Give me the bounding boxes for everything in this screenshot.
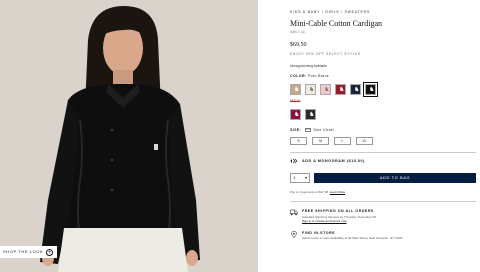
size-options: S M L XL bbox=[290, 137, 476, 145]
product-photo[interactable]: SHOP THE LOOK + bbox=[0, 0, 258, 272]
add-to-bag-row: 1 ▾ ADD TO BAG bbox=[290, 172, 476, 183]
polo-pony-icon: ♞ bbox=[339, 87, 345, 93]
breadcrumb[interactable]: KIDS & BABY / GIRLS / SWEATERS bbox=[290, 10, 476, 14]
polo-pony-icon: ♞ bbox=[354, 87, 360, 93]
shipping-heading: FREE SHIPPING ON ALL ORDERS bbox=[302, 209, 374, 213]
color-swatch[interactable]: ♞ bbox=[335, 84, 346, 95]
shipping-info: FREE SHIPPING ON ALL ORDERS Standard Shi… bbox=[290, 209, 476, 223]
polo-pony-icon: ♞ bbox=[294, 112, 300, 118]
monogramming-available-text: Monogramming Available bbox=[290, 64, 327, 68]
product-subtitle: Girls 7-16 bbox=[290, 30, 305, 34]
color-swatch[interactable]: ♞ bbox=[320, 84, 331, 95]
shop-the-look-label: SHOP THE LOOK bbox=[3, 249, 44, 254]
polo-pony-icon: ♞ bbox=[309, 87, 315, 93]
product-details: KIDS & BABY / GIRLS / SWEATERS Mini-Cabl… bbox=[290, 10, 476, 241]
color-value: Polo Black bbox=[307, 74, 329, 78]
color-swatch[interactable]: ♞ bbox=[305, 109, 316, 120]
plus-icon: + bbox=[46, 248, 54, 256]
polo-pony-icon: ♞ bbox=[309, 112, 315, 118]
sign-in-link[interactable]: Sign in or Create an Account now bbox=[302, 219, 347, 223]
color-swatch[interactable]: ♞ bbox=[363, 82, 378, 97]
pay-installments-note: Pay in 4 payments of $17.38. Learn More bbox=[290, 190, 476, 194]
product-title: Mini-Cable Cotton Cardigan bbox=[290, 19, 382, 28]
quantity-select[interactable]: 1 ▾ bbox=[290, 172, 310, 183]
polo-pony-icon: ♞ bbox=[294, 87, 300, 93]
store-availability-text: Select a size to view availability at 82… bbox=[302, 236, 403, 241]
shipping-detail: Standard Shipping: Receive by Thursday, … bbox=[302, 215, 376, 223]
ruler-icon bbox=[305, 128, 312, 132]
color-swatch[interactable]: ♞ bbox=[290, 109, 301, 120]
color-label: COLOR: bbox=[290, 74, 307, 78]
chevron-down-icon: ▾ bbox=[304, 175, 307, 180]
sale-color-swatches: ♞ ♞ bbox=[290, 109, 476, 120]
polo-pony-icon: ♞ bbox=[324, 87, 330, 93]
shop-the-look-button[interactable]: SHOP THE LOOK + bbox=[0, 246, 58, 258]
model-illustration bbox=[0, 0, 258, 272]
add-monogram-button[interactable]: ADD A MONOGRAM ($10.00) bbox=[290, 158, 476, 164]
divider bbox=[290, 200, 476, 201]
color-swatch[interactable]: ♞ bbox=[350, 84, 361, 95]
quantity-value: 1 bbox=[293, 175, 296, 180]
size-option[interactable]: M bbox=[312, 137, 329, 145]
product-price: $69.50 bbox=[290, 42, 307, 48]
polo-pony-icon: ♞ bbox=[369, 87, 375, 93]
size-option[interactable]: L bbox=[334, 137, 351, 145]
size-label: SIZE: bbox=[290, 128, 302, 132]
size-chart-link[interactable]: Size Chart bbox=[305, 128, 334, 132]
truck-icon bbox=[290, 209, 298, 216]
add-to-bag-button[interactable]: ADD TO BAG bbox=[314, 172, 476, 183]
size-selector-label: SIZE: Size Chart bbox=[290, 128, 476, 132]
location-pin-icon bbox=[291, 231, 297, 238]
store-info: FIND IN-STORE Select a size to view avai… bbox=[290, 231, 476, 241]
sale-price: $69.50 bbox=[290, 99, 301, 103]
pay-note-text: Pay in 4 payments of $17.38. bbox=[290, 189, 330, 194]
learn-more-link[interactable]: Learn More bbox=[330, 190, 345, 194]
offer-link[interactable]: ENJOY 30% OFF SELECT STYLES bbox=[290, 52, 476, 56]
color-selector-label: COLOR: Polo Black bbox=[290, 74, 476, 78]
size-option[interactable]: S bbox=[290, 137, 307, 145]
find-in-store-link[interactable]: FIND IN-STORE bbox=[302, 231, 403, 235]
color-swatch[interactable]: ♞ bbox=[305, 84, 316, 95]
size-chart-label: Size Chart bbox=[313, 128, 334, 132]
add-monogram-label: ADD A MONOGRAM ($10.00) bbox=[302, 158, 365, 163]
monogram-icon bbox=[290, 158, 298, 163]
color-swatch[interactable]: ♞ bbox=[290, 84, 301, 95]
size-option[interactable]: XL bbox=[356, 137, 373, 145]
divider bbox=[290, 152, 476, 153]
color-swatches: ♞ ♞ ♞ ♞ ♞ ♞ bbox=[290, 82, 476, 97]
